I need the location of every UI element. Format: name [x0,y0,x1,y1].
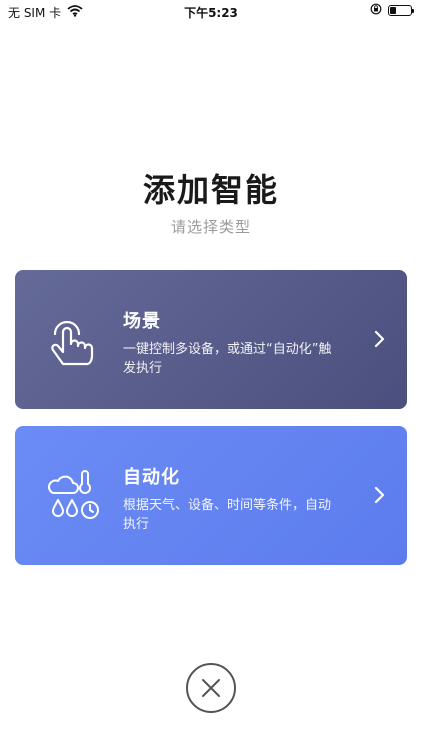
chevron-right-icon [373,328,387,350]
scene-title: 场景 [123,311,161,332]
orientation-lock-icon [370,3,382,18]
page-subtitle: 请选择类型 [170,218,251,236]
automation-card[interactable]: 自动化 根据天气、设备、时间等条件，自动执行 [15,426,407,565]
status-right [370,3,414,18]
chevron-right-icon [373,484,387,506]
battery-icon [388,5,414,16]
tap-finger-icon [45,310,105,370]
status-time: 下午5:23 [184,6,238,20]
scene-card[interactable]: 场景 一键控制多设备，或通过“自动化”触发执行 [15,270,407,409]
close-icon [202,679,220,697]
battery-level [390,7,396,14]
scene-description: 一键控制多设备，或通过“自动化”触发执行 [123,342,332,376]
automation-title: 自动化 [123,467,180,488]
weather-time-icon [45,466,105,526]
automation-description: 根据天气、设备、时间等条件，自动执行 [123,498,332,532]
close-button[interactable] [186,663,236,713]
status-bar: 无 SIM 卡 下午5:23 [0,0,422,22]
page-title: 添加智能 [142,171,279,209]
